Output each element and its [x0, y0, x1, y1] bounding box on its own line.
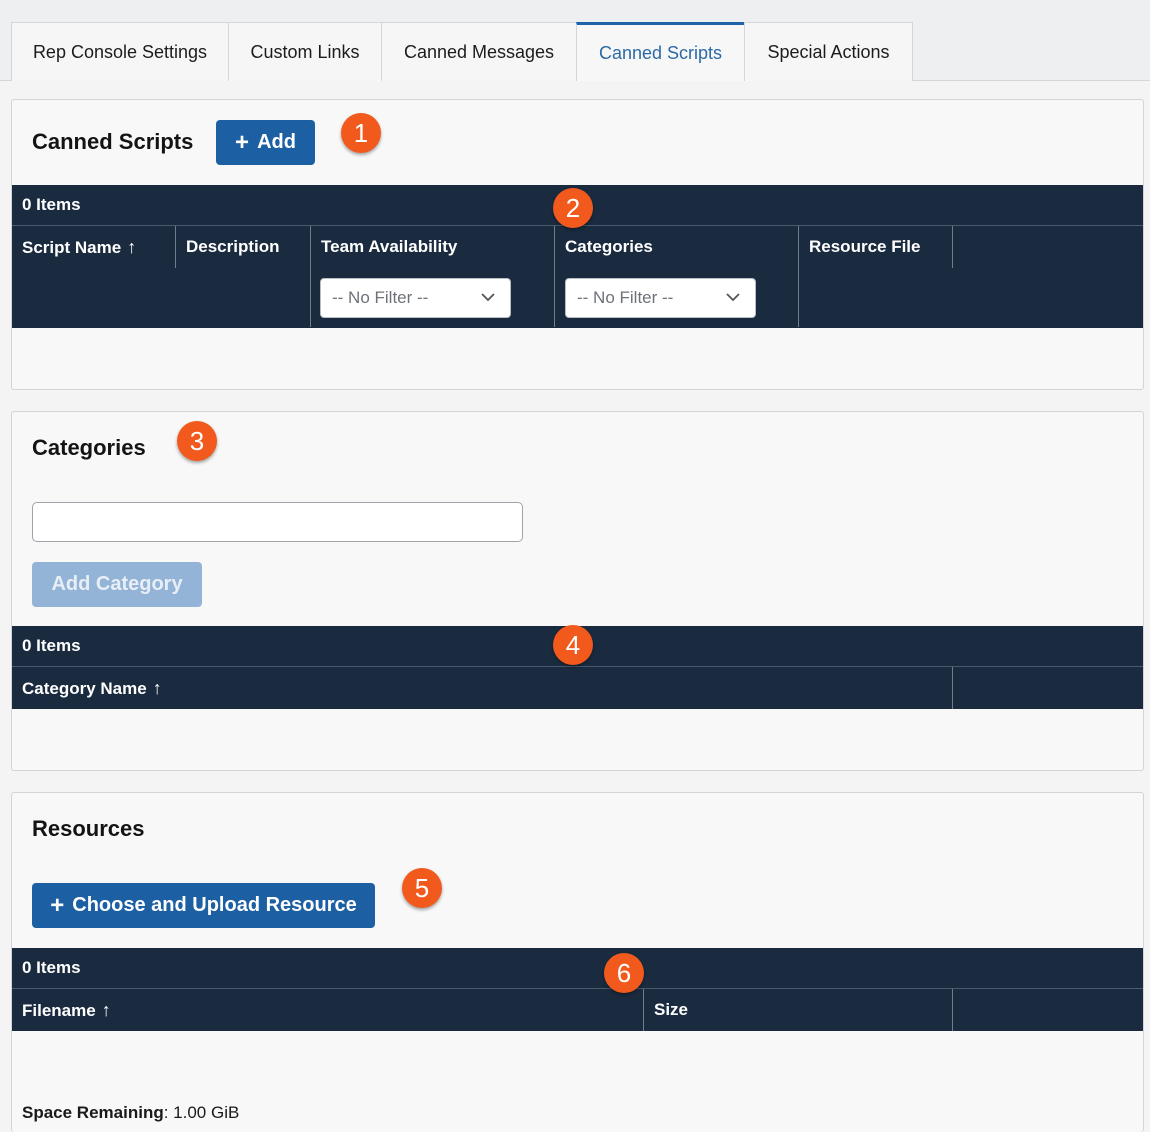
column-script-name-label: Script Name [22, 238, 122, 257]
callout-badge-3: 3 [177, 421, 217, 461]
add-script-button[interactable]: + Add [216, 120, 315, 165]
column-size-label: Size [654, 1000, 689, 1019]
categories-title: Categories [32, 435, 146, 460]
plus-icon: + [235, 128, 250, 156]
column-filename-label: Filename [22, 1001, 96, 1020]
column-team-availability-label: Team Availability [321, 237, 458, 256]
resources-title: Resources [32, 816, 145, 841]
resources-card: Resources + Choose and Upload Resource 5… [11, 792, 1144, 1132]
column-category-name-label: Category Name [22, 679, 147, 698]
upload-resource-button[interactable]: + Choose and Upload Resource [32, 883, 375, 928]
callout-badge-6: 6 [604, 953, 644, 993]
column-categories-label: Categories [565, 237, 653, 256]
canned-scripts-card: Canned Scripts + Add 1 0 Items Script Na… [11, 99, 1144, 390]
sort-up-arrow-icon: ↑ [101, 1000, 111, 1020]
column-resource-file-label: Resource File [809, 237, 921, 256]
tab-canned-scripts[interactable]: Canned Scripts [576, 22, 745, 82]
categories-filter[interactable]: -- No Filter -- [565, 278, 756, 318]
sort-up-arrow-icon: ↑ [152, 678, 162, 698]
tab-rep-console-settings[interactable]: Rep Console Settings [11, 22, 229, 81]
column-resource-file[interactable]: Resource File [799, 226, 953, 268]
space-remaining: Space Remaining: 1.00 GiB [22, 1103, 240, 1122]
plus-icon: + [50, 891, 65, 919]
tab-canned-messages[interactable]: Canned Messages [381, 22, 577, 81]
resources-item-count: 0 Items [12, 948, 1143, 989]
upload-resource-label: Choose and Upload Resource [72, 894, 357, 916]
column-description[interactable]: Description [176, 226, 311, 327]
column-size[interactable]: Size [644, 989, 953, 1031]
callout-badge-1: 1 [341, 113, 381, 153]
category-name-input[interactable] [32, 502, 523, 542]
category-filter-value: -- No Filter -- [577, 288, 674, 307]
resources-grid: 0 Items Filename ↑ Size [12, 948, 1143, 1031]
team-availability-filter[interactable]: -- No Filter -- [320, 278, 511, 318]
sort-up-arrow-icon: ↑ [127, 237, 137, 257]
tab-bar: Rep Console Settings Custom Links Canned… [0, 0, 1150, 82]
canned-scripts-title: Canned Scripts [32, 129, 194, 154]
team-filter-value: -- No Filter -- [332, 288, 429, 307]
space-remaining-label: Space Remaining [22, 1103, 164, 1122]
add-script-label: Add [257, 131, 296, 153]
column-category-name[interactable]: Category Name ↑ [12, 667, 953, 709]
chevron-down-icon [726, 293, 740, 302]
callout-badge-4: 4 [553, 625, 593, 665]
add-category-button[interactable]: Add Category [32, 562, 202, 607]
callout-badge-2: 2 [553, 188, 593, 228]
column-description-label: Description [186, 237, 280, 256]
add-category-label: Add Category [51, 573, 183, 595]
column-script-name[interactable]: Script Name ↑ [12, 226, 176, 268]
chevron-down-icon [481, 293, 495, 302]
callout-badge-5: 5 [402, 868, 442, 908]
tab-special-actions[interactable]: Special Actions [744, 22, 913, 81]
categories-card: Categories 3 Add Category 0 Items Catego… [11, 411, 1144, 771]
space-remaining-value: 1.00 GiB [173, 1103, 240, 1122]
column-filename[interactable]: Filename ↑ [12, 989, 644, 1031]
tab-custom-links[interactable]: Custom Links [228, 22, 382, 81]
